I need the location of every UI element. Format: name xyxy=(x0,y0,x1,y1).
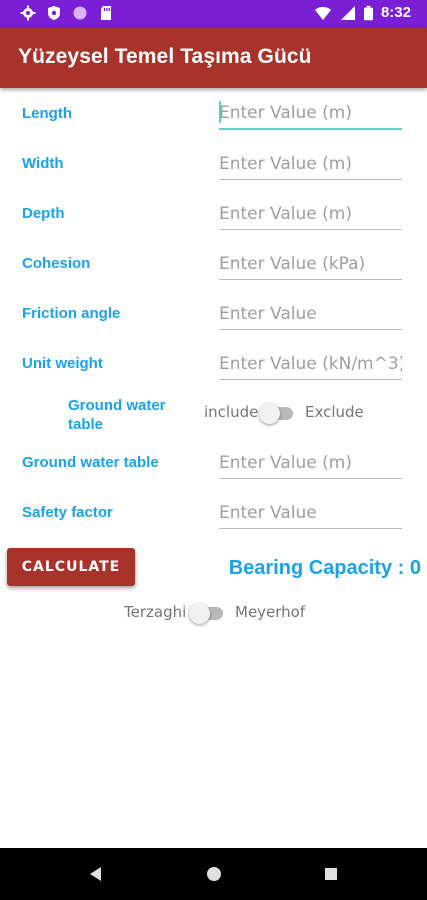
form-row-safety-factor: Safety factor xyxy=(0,491,427,541)
ground-water-toggle-label: Ground water table xyxy=(68,397,166,433)
unit-weight-input[interactable] xyxy=(219,348,402,380)
friction-angle-input[interactable] xyxy=(219,298,402,330)
status-right-icons: 8:32 xyxy=(314,4,411,21)
unit-weight-label: Unit weight xyxy=(22,355,103,372)
shield-icon xyxy=(48,6,60,20)
navigation-bar xyxy=(0,848,427,900)
include-option-label: include xyxy=(204,403,259,421)
signal-icon xyxy=(340,5,355,20)
switch-thumb xyxy=(189,603,210,624)
length-input[interactable] xyxy=(219,98,402,130)
recents-icon[interactable] xyxy=(321,864,341,884)
status-left-icons xyxy=(20,5,114,21)
circle-icon xyxy=(73,6,87,20)
settings-icon xyxy=(20,5,36,21)
form-row-friction-angle: Friction angle xyxy=(0,292,427,342)
exclude-option-label: Exclude xyxy=(305,403,364,421)
app-bar: Yüzeysel Temel Taşıma Gücü xyxy=(0,28,427,88)
status-bar: 8:32 xyxy=(0,0,427,28)
ground-water-table-input[interactable] xyxy=(219,447,402,479)
status-time: 8:32 xyxy=(380,4,411,21)
depth-label: Depth xyxy=(22,205,65,222)
app-title: Yüzeysel Temel Taşıma Gücü xyxy=(18,45,312,68)
switch-thumb xyxy=(259,403,280,424)
friction-angle-label: Friction angle xyxy=(22,305,121,322)
ground-water-table-label: Ground water table xyxy=(22,454,159,471)
width-label: Width xyxy=(22,155,64,172)
battery-icon xyxy=(363,5,373,20)
cohesion-label: Cohesion xyxy=(22,255,91,272)
home-icon[interactable] xyxy=(204,864,224,884)
method-switch[interactable] xyxy=(189,601,225,625)
form-row-cohesion: Cohesion xyxy=(0,242,427,292)
cohesion-input[interactable] xyxy=(219,248,402,280)
sd-card-icon xyxy=(101,6,111,20)
form-row-depth: Depth xyxy=(0,192,427,242)
length-label: Length xyxy=(22,105,72,122)
depth-input[interactable] xyxy=(219,198,402,230)
form-row-unit-weight: Unit weight xyxy=(0,342,427,392)
ground-water-switch[interactable] xyxy=(259,401,295,425)
form-row-width: Width xyxy=(0,142,427,192)
text-cursor xyxy=(219,101,221,123)
width-input[interactable] xyxy=(219,148,402,180)
back-icon[interactable] xyxy=(86,864,106,884)
form-row-length: Length xyxy=(0,92,427,142)
terzaghi-option-label: Terzaghi xyxy=(124,603,187,621)
meyerhof-option-label: Meyerhof xyxy=(235,603,306,621)
safety-factor-input[interactable] xyxy=(219,497,402,529)
bearing-capacity-result: Bearing Capacity : 0 xyxy=(228,557,421,579)
form-row-ground-water-table: Ground water table xyxy=(0,441,427,491)
wifi-icon xyxy=(314,6,331,20)
safety-factor-label: Safety factor xyxy=(22,504,113,521)
calculate-button[interactable]: CALCULATE xyxy=(7,548,135,586)
